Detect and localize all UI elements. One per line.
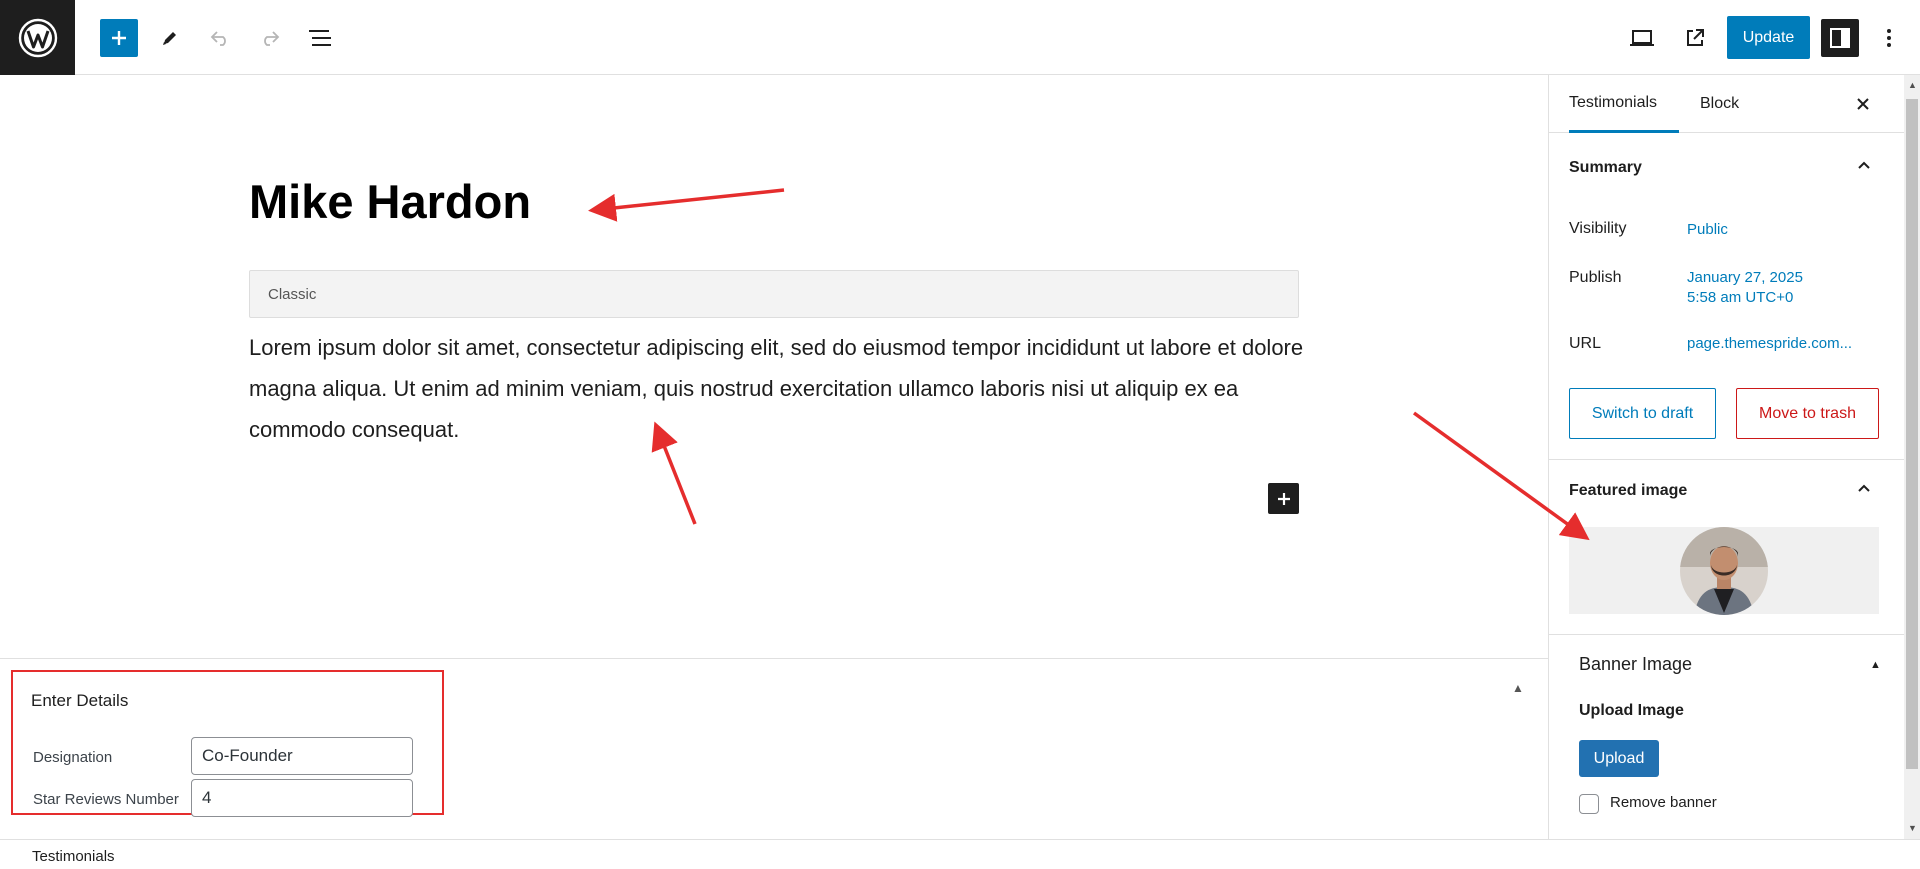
external-link-icon <box>1687 29 1704 46</box>
upload-button[interactable]: Upload <box>1579 740 1659 777</box>
section-divider <box>1549 634 1904 635</box>
publish-label: Publish <box>1569 269 1622 286</box>
update-button[interactable]: Update <box>1727 16 1810 59</box>
switch-to-draft-button[interactable]: Switch to draft <box>1569 388 1716 439</box>
featured-image-chevron-up-icon[interactable] <box>1854 478 1874 498</box>
list-view-icon <box>309 30 331 46</box>
tab-block[interactable]: Block <box>1700 75 1739 133</box>
move-to-trash-button[interactable]: Move to trash <box>1736 388 1879 439</box>
block-inserter-button[interactable] <box>1268 483 1299 514</box>
undo-button[interactable] <box>201 19 239 57</box>
scrollbar-thumb[interactable] <box>1906 99 1918 769</box>
banner-collapse-icon[interactable]: ▲ <box>1870 659 1881 671</box>
metabox-title: Enter Details <box>31 691 129 710</box>
enter-details-metabox: Enter Details Designation Star Reviews N… <box>11 670 444 817</box>
sidebar-scrollbar[interactable]: ▲ ▼ <box>1904 75 1920 839</box>
featured-image-heading[interactable]: Featured image <box>1569 482 1687 500</box>
scroll-down-arrow-icon[interactable]: ▼ <box>1908 823 1917 833</box>
post-content[interactable]: Lorem ipsum dolor sit amet, consectetur … <box>249 327 1309 450</box>
scroll-up-arrow-icon[interactable]: ▲ <box>1908 80 1917 90</box>
tab-testimonials[interactable]: Testimonials <box>1569 75 1679 133</box>
banner-image-heading: Banner Image <box>1579 654 1693 674</box>
vertical-ellipsis-icon <box>1887 29 1891 47</box>
meta-boxes-area: Enter Details Designation Star Reviews N… <box>0 658 1548 839</box>
redo-icon <box>264 31 280 46</box>
settings-button[interactable] <box>1821 19 1859 57</box>
title-annotation-arrow <box>588 188 785 222</box>
desktop-preview-icon <box>1630 30 1654 46</box>
visibility-label: Visibility <box>1569 220 1627 237</box>
section-divider <box>1549 459 1904 460</box>
undo-icon <box>210 31 226 46</box>
classic-block-toolbar[interactable]: Classic <box>249 270 1299 318</box>
plus-icon <box>1277 492 1290 505</box>
settings-sidebar: Testimonials Block Summary Visibility Pu… <box>1548 75 1904 839</box>
tools-button[interactable] <box>151 19 189 57</box>
preview-button[interactable] <box>1623 19 1661 57</box>
wordpress-logo-icon[interactable] <box>0 0 75 75</box>
redo-button[interactable] <box>251 19 289 57</box>
designation-input[interactable] <box>191 737 413 775</box>
close-sidebar-button[interactable] <box>1852 93 1874 115</box>
sidebar-toggle-icon <box>1830 28 1850 48</box>
remove-banner-label: Remove banner <box>1610 794 1717 811</box>
close-icon <box>1857 98 1869 110</box>
featured-image-preview[interactable] <box>1569 526 1879 615</box>
post-title[interactable]: Mike Hardon <box>249 172 531 232</box>
star-reviews-input[interactable] <box>191 779 413 817</box>
star-reviews-label: Star Reviews Number <box>33 791 179 808</box>
editor-footer: Testimonials <box>0 839 1920 869</box>
summary-heading[interactable]: Summary <box>1569 159 1642 177</box>
url-label: URL <box>1569 335 1602 352</box>
add-block-button[interactable] <box>100 19 138 57</box>
sidebar-tabs: Testimonials Block <box>1549 75 1904 133</box>
designation-label: Designation <box>33 749 113 766</box>
summary-chevron-up-icon[interactable] <box>1854 155 1874 175</box>
breadcrumb[interactable]: Testimonials <box>32 848 115 865</box>
upload-image-label: Upload Image <box>1579 702 1684 719</box>
editor-toolbar: Update <box>0 0 1920 75</box>
publish-date-link[interactable]: January 27, 2025 <box>1687 268 1803 288</box>
visibility-link[interactable]: Public <box>1687 220 1728 240</box>
view-post-button[interactable] <box>1676 19 1714 57</box>
metabox-collapse-icon[interactable]: ▲ <box>1512 681 1524 695</box>
publish-time-link[interactable]: 5:58 am UTC+0 <box>1687 288 1793 308</box>
plus-icon <box>112 31 126 45</box>
document-overview-button[interactable] <box>301 19 339 57</box>
options-button[interactable] <box>1870 19 1908 57</box>
featured-image-avatar <box>1680 526 1768 615</box>
remove-banner-checkbox[interactable] <box>1579 794 1599 814</box>
url-link[interactable]: page.themespride.com... <box>1687 334 1852 354</box>
classic-block-label: Classic <box>268 286 317 303</box>
pencil-icon <box>163 32 176 45</box>
